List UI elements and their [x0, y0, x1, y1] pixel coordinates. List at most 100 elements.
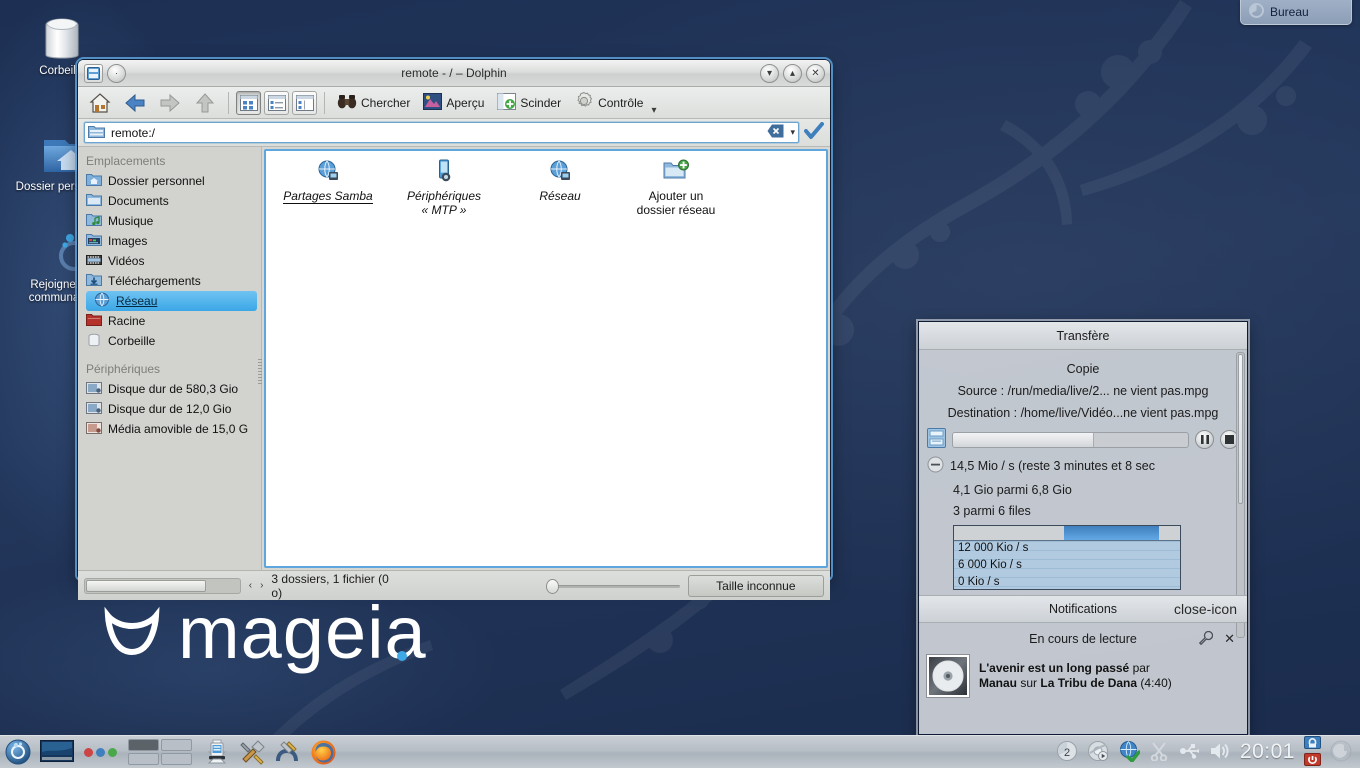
sidebar-item-telechargements[interactable]: Téléchargements [78, 271, 261, 291]
pager-number-icon[interactable]: 2 [1056, 740, 1078, 765]
file-item-label: Ajouter un dossier réseau [636, 189, 716, 217]
scrollbar-thumb[interactable] [86, 579, 206, 592]
pager-desktop-1[interactable] [128, 739, 159, 751]
transfer-source: Source : /run/media/live/2... ne vient p… [957, 384, 1209, 398]
pause-button[interactable] [1195, 430, 1214, 449]
sidebar-item-dossier-personnel[interactable]: Dossier personnel [78, 171, 261, 191]
dolphin-toolbar[interactable]: Chercher Aperçu Scinder Contrôle ▾ [78, 87, 830, 119]
scrollbar-thumb[interactable] [1238, 354, 1243, 504]
sidebar-item-disk-12[interactable]: Disque dur de 12,0 Gio [78, 399, 261, 419]
pager-desktop-4[interactable] [161, 753, 192, 765]
maximize-button[interactable]: ▴ [783, 63, 802, 83]
virtual-desktop-pager[interactable] [128, 739, 192, 765]
folder-remote-icon [88, 124, 105, 142]
size-button[interactable]: Taille inconnue [687, 574, 824, 597]
sidebar-item-removable-media[interactable]: Média amovible de 15,0 G [78, 419, 261, 439]
sidebar-item-videos[interactable]: Vidéos [78, 251, 261, 271]
url-bar[interactable]: remote:/ ▾ [84, 122, 799, 143]
dolphin-window[interactable]: · remote - / – Dolphin ▾ ▴ ✕ Chercher Ap… [78, 60, 830, 600]
minimize-button[interactable]: ▾ [760, 63, 779, 83]
pager-desktop-2[interactable] [161, 739, 192, 751]
close-icon[interactable]: close-icon [1174, 601, 1237, 617]
view-columns-button[interactable] [292, 90, 317, 115]
firefox-button[interactable] [304, 739, 342, 766]
chevron-down-icon[interactable]: ▾ [651, 105, 656, 118]
close-icon[interactable]: ✕ [1224, 631, 1235, 647]
cd-icon [926, 654, 970, 698]
wrench-icon[interactable] [1198, 630, 1214, 648]
session-buttons[interactable] [1304, 735, 1321, 768]
sidebar-resize-handle[interactable] [258, 358, 262, 385]
pager-desktop-3[interactable] [128, 753, 159, 765]
desktop[interactable]: Corbeille Dossier personnel Rejoignez la… [0, 0, 1360, 768]
lock-icon[interactable] [1304, 735, 1321, 752]
help-icon[interactable]: · [107, 63, 126, 83]
file-item-mtp-devices[interactable]: Périphériques « MTP » [386, 159, 502, 217]
scroll-next-icon[interactable]: › [260, 580, 263, 591]
transfer-progress-row[interactable] [927, 428, 1239, 451]
search-button[interactable]: Chercher [332, 90, 415, 116]
power-icon[interactable] [1304, 752, 1321, 768]
view-details-button[interactable] [264, 90, 289, 115]
status-info: 3 dossiers, 1 fichier (0 o) [271, 571, 389, 600]
transfer-body: Copie Source : /run/media/live/2... ne v… [919, 350, 1247, 590]
config-tools-button[interactable] [236, 739, 270, 765]
sidebar-item-corbeille[interactable]: Corbeille [78, 331, 261, 351]
usb-icon[interactable] [1178, 741, 1200, 764]
sidebar-item-racine[interactable]: Racine [78, 311, 261, 331]
preview-button[interactable]: Aperçu [418, 90, 489, 116]
clock[interactable]: 20:01 [1240, 740, 1295, 764]
activities-button[interactable] [78, 747, 122, 757]
file-item-reseau[interactable]: Réseau [502, 159, 618, 217]
system-tray[interactable]: 2 20:01 [1056, 735, 1360, 768]
show-desktop-button[interactable] [36, 740, 78, 764]
zoom-slider[interactable] [546, 578, 680, 594]
activities-dot-red [83, 747, 93, 757]
network-tools-button[interactable] [270, 739, 304, 765]
window-title: remote - / – Dolphin [401, 66, 507, 80]
split-button[interactable]: Scinder [492, 90, 566, 116]
bureau-widget[interactable]: Bureau [1240, 0, 1352, 25]
speaker-icon[interactable] [1209, 741, 1231, 764]
notifications-body: En cours de lecture ✕ L'avenir est un lo… [919, 623, 1247, 705]
taskbar-window-dolphin[interactable] [198, 738, 236, 766]
dolphin-icon[interactable] [84, 63, 103, 83]
transfer-progressbar [952, 431, 1189, 448]
url-row[interactable]: remote:/ ▾ [78, 119, 830, 147]
clear-icon[interactable] [767, 124, 784, 141]
kickoff-menu-button[interactable] [0, 739, 36, 765]
url-value[interactable]: remote:/ [111, 126, 761, 140]
split-icon [497, 92, 517, 113]
track-duration: (4:40) [1140, 676, 1172, 690]
back-button[interactable] [119, 90, 151, 116]
check-icon[interactable] [804, 122, 824, 143]
taskbar[interactable]: 2 20:01 [0, 735, 1360, 768]
media-player-icon[interactable] [1087, 740, 1109, 765]
view-icons-button[interactable] [236, 90, 261, 115]
transfer-notification-panel[interactable]: Transfère Copie Source : /run/media/live… [918, 321, 1248, 735]
sidebar-item-reseau[interactable]: Réseau [86, 291, 257, 311]
scroll-prev-icon[interactable]: ‹ [249, 580, 252, 591]
file-item-partages-samba[interactable]: Partages Samba [270, 159, 386, 217]
network-globe-icon[interactable] [1118, 740, 1141, 765]
places-sidebar[interactable]: Emplacements Dossier personnel Documents… [78, 147, 262, 570]
back-arrow-icon [125, 93, 145, 112]
dolphin-titlebar[interactable]: · remote - / – Dolphin ▾ ▴ ✕ [78, 60, 830, 87]
dolphin-statusbar[interactable]: ‹ › 3 dossiers, 1 fichier (0 o) Taille i… [78, 570, 830, 600]
chevron-down-icon[interactable]: ▾ [790, 127, 795, 138]
control-button[interactable]: Contrôle [569, 90, 648, 116]
file-item-add-network-folder[interactable]: Ajouter un dossier réseau [618, 159, 734, 217]
now-playing-item[interactable]: L'avenir est un long passé par Manau sur… [926, 654, 1239, 698]
sidebar-item-images[interactable]: Images [78, 231, 261, 251]
scissors-icon[interactable] [1149, 741, 1169, 764]
home-button[interactable] [84, 90, 116, 116]
zoom-slider-knob[interactable] [546, 578, 560, 594]
close-button[interactable]: ✕ [806, 63, 825, 83]
minus-circle-icon[interactable] [927, 456, 944, 476]
horizontal-scrollbar[interactable] [84, 577, 241, 594]
sidebar-item-musique[interactable]: Musique [78, 211, 261, 231]
sidebar-item-disk-580[interactable]: Disque dur de 580,3 Gio [78, 379, 261, 399]
cashew-icon[interactable] [1330, 740, 1352, 765]
sidebar-item-documents[interactable]: Documents [78, 191, 261, 211]
file-view[interactable]: Partages Samba Périphériques « MTP » Rés… [264, 149, 828, 568]
